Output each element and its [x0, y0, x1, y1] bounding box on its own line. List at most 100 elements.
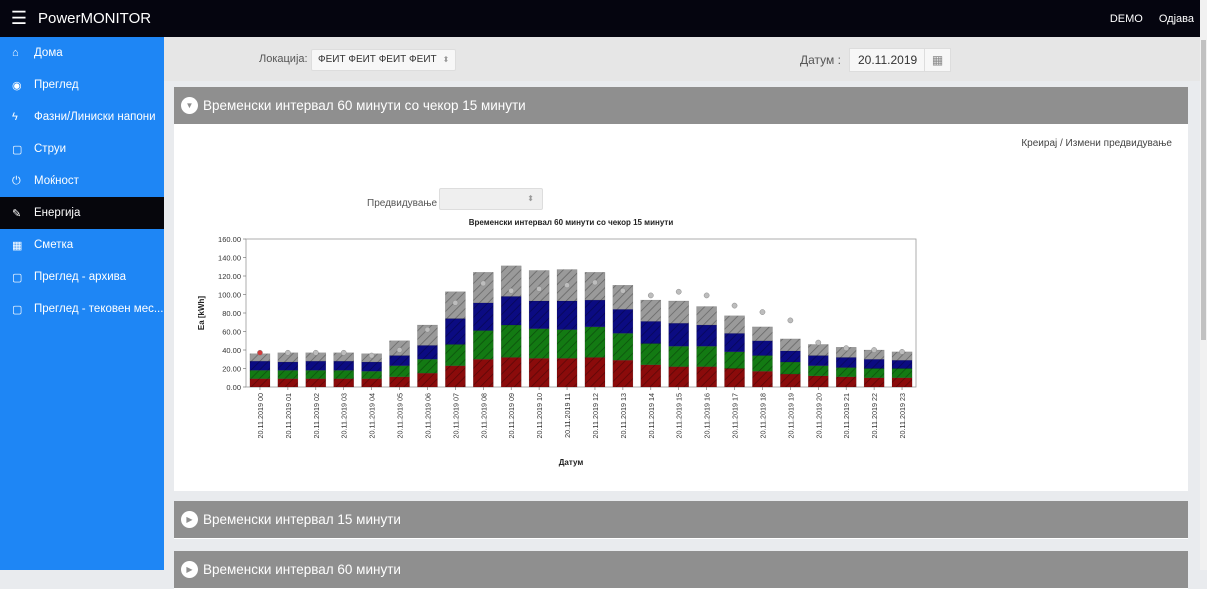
- panel-15min: ▶ Временски интервал 15 минути: [174, 501, 1188, 539]
- app-title[interactable]: PowerMONITOR: [38, 10, 151, 27]
- date-label: Датум :: [800, 53, 841, 67]
- forecast-point: [620, 287, 626, 294]
- scrollbar-thumb[interactable]: [1201, 40, 1206, 340]
- sidebar-item-voltages[interactable]: ϟ Фазни/Линиски напони: [0, 101, 164, 133]
- forecast-point: [508, 287, 515, 294]
- forecast-point: [452, 299, 459, 306]
- bar-segment: [445, 318, 466, 345]
- sidebar-item-home[interactable]: ⌂ Дома: [0, 37, 164, 69]
- bar-segment: [417, 372, 438, 388]
- forecast-point: [536, 286, 542, 292]
- edit-forecast-link[interactable]: Креирај / Измени предвидување: [1021, 138, 1172, 149]
- bar-segment: [389, 376, 410, 388]
- scrollbar[interactable]: [1200, 0, 1207, 570]
- bar-segment: [333, 360, 354, 371]
- forecast-point: [815, 339, 822, 346]
- bar-segment: [808, 344, 829, 356]
- bar-segment: [612, 309, 634, 334]
- file-icon: ▢: [12, 303, 23, 316]
- hamburger-icon[interactable]: ☰: [0, 0, 38, 37]
- bar-segment: [640, 321, 662, 344]
- filter-bar: Локација: ФЕИТ ФЕИТ ФЕИТ ФЕИТ ⬍ Датум : 2…: [164, 37, 1200, 81]
- bar-segment: [640, 364, 662, 388]
- bar-segment: [863, 377, 885, 388]
- sidebar-item-current-month[interactable]: ▢ Преглед - тековен мес...: [0, 293, 164, 325]
- forecast-point: [759, 309, 766, 315]
- bar-segment: [752, 340, 773, 356]
- location-value: ФЕИТ ФЕИТ ФЕИТ ФЕИТ: [318, 54, 437, 65]
- bar-segment: [361, 361, 382, 372]
- sidebar-item-label: Сметка: [34, 239, 74, 251]
- bar-segment: [891, 359, 913, 369]
- x-tick-label: 20.11.2019 01: [284, 393, 293, 438]
- logout-link[interactable]: Одјава: [1159, 13, 1194, 25]
- location-select[interactable]: ФЕИТ ФЕИТ ФЕИТ ФЕИТ ⬍: [311, 49, 457, 71]
- x-tick-label: 20.11.2019 03: [340, 393, 349, 438]
- sidebar-item-currents[interactable]: ▢ Струи: [0, 133, 164, 165]
- bar-segment: [780, 361, 801, 375]
- date-input[interactable]: 20.11.2019: [849, 48, 925, 72]
- bar-segment: [724, 315, 745, 334]
- sidebar-item-bill[interactable]: ▦ Сметка: [0, 229, 164, 261]
- y-axis-label: Ea [kWh]: [197, 296, 206, 331]
- y-tick-label: 20.00: [222, 365, 241, 374]
- x-tick-label: 20.11.2019 23: [898, 393, 907, 438]
- bar-segment: [277, 378, 299, 388]
- bar-segment: [305, 378, 327, 388]
- bar-segment: [584, 299, 606, 328]
- x-tick-label: 20.11.2019 15: [675, 393, 684, 438]
- x-tick-label: 20.11.2019 16: [703, 393, 712, 438]
- bar-segment: [445, 365, 466, 388]
- panel-header[interactable]: ▼ Временски интервал 60 минути со чекор …: [174, 87, 1188, 124]
- bar-segment: [305, 370, 327, 379]
- bar-segment: [724, 333, 745, 353]
- x-tick-label: 20.11.2019 22: [870, 393, 879, 438]
- panel-title: Временски интервал 60 минути со чекор 15…: [203, 98, 526, 113]
- bar-segment: [417, 345, 438, 360]
- file-icon: ▢: [12, 271, 23, 284]
- bar-segment: [389, 355, 410, 366]
- collapse-icon[interactable]: ▼: [181, 97, 198, 114]
- x-tick-label: 20.11.2019 21: [842, 393, 851, 438]
- bar-segment: [724, 351, 745, 369]
- bar-segment: [808, 365, 829, 377]
- bar-segment: [556, 300, 578, 330]
- bar-segment: [500, 296, 522, 326]
- bar-segment: [249, 370, 271, 379]
- bar-segment: [445, 344, 466, 366]
- sidebar-item-label: Дома: [34, 47, 63, 59]
- bar-segment: [696, 324, 717, 347]
- forecast-point: [731, 302, 738, 309]
- forecast-point: [480, 280, 487, 287]
- sidebar-item-power[interactable]: ⏻ Моќност: [0, 165, 164, 197]
- bar-segment: [473, 359, 494, 388]
- x-tick-label: 20.11.2019 02: [312, 393, 321, 438]
- panel-60min-15step: ▼ Временски интервал 60 минути со чекор …: [174, 87, 1188, 491]
- sidebar-item-overview[interactable]: ◉ Преглед: [0, 69, 164, 101]
- chart-title: Временски интервал 60 минути со чекор 15…: [469, 218, 674, 227]
- x-tick-label: 20.11.2019 14: [647, 393, 656, 438]
- bar-segment: [473, 330, 494, 360]
- bar-segment: [640, 343, 662, 365]
- bar-segment: [668, 300, 689, 324]
- panel-title: Временски интервал 15 минути: [203, 512, 401, 527]
- bar-segment: [696, 346, 717, 367]
- sidebar-item-label: Преглед - архива: [34, 271, 126, 283]
- bar-segment: [249, 378, 271, 388]
- x-tick-label: 20.11.2019 07: [451, 393, 460, 438]
- panel-header[interactable]: ▶ Временски интервал 15 минути: [174, 501, 1188, 538]
- bar-segment: [500, 357, 522, 388]
- bar-segment: [668, 322, 689, 347]
- bar-segment: [835, 357, 857, 368]
- bar-segment: [808, 375, 829, 388]
- sidebar-item-energy[interactable]: ✎ Енергија: [0, 197, 164, 229]
- bar-segment: [584, 326, 606, 358]
- sidebar-item-label: Преглед: [34, 79, 79, 91]
- main-content: Локација: ФЕИТ ФЕИТ ФЕИТ ФЕИТ ⬍ Датум : 2…: [164, 37, 1200, 589]
- user-name[interactable]: DEMO: [1110, 13, 1143, 25]
- sidebar-item-archive[interactable]: ▢ Преглед - архива: [0, 261, 164, 293]
- expand-icon[interactable]: ▶: [181, 511, 198, 528]
- forecast-point: [675, 288, 682, 295]
- calendar-icon[interactable]: ▦: [925, 48, 951, 72]
- bar-segment: [863, 368, 885, 378]
